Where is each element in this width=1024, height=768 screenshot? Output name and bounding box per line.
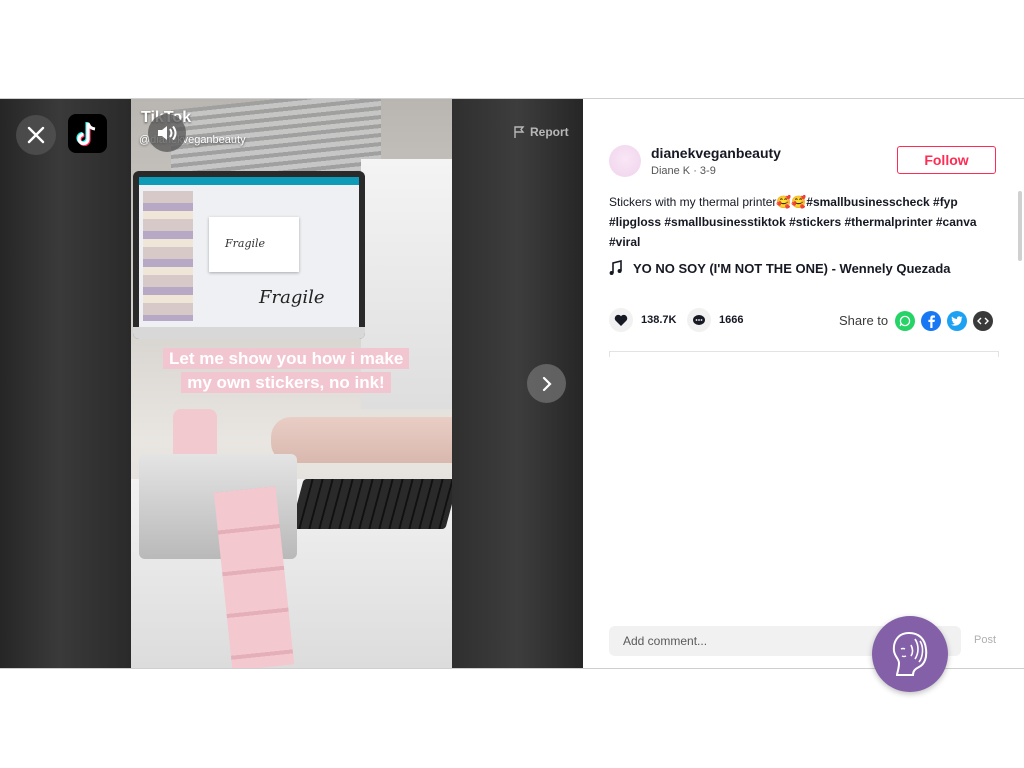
comment-icon-wrap xyxy=(687,308,711,332)
share-label: Share to xyxy=(839,313,889,328)
face-profile-icon xyxy=(892,631,928,676)
details-panel: dianekveganbeauty Diane K · 3-9 Follow S… xyxy=(583,99,1024,668)
divider-edge-left xyxy=(609,351,610,357)
comment-icon xyxy=(693,314,705,325)
screen-toolbar xyxy=(139,177,359,185)
hashtag-link[interactable]: #fyp xyxy=(933,195,958,209)
music-link[interactable]: YO NO SOY (I'M NOT THE ONE) - Wennely Qu… xyxy=(609,260,951,276)
comments-divider xyxy=(609,351,999,352)
arm xyxy=(271,417,452,463)
panel-scrollbar[interactable] xyxy=(1018,191,1022,261)
video-player[interactable]: Fragile Fragile Let me show you how i ma… xyxy=(0,99,583,668)
post-description: Stickers with my thermal printer🥰🥰#small… xyxy=(609,192,1004,252)
share-embed-button[interactable] xyxy=(973,311,993,331)
video-caption-text: Let me show you how i make my own sticke… xyxy=(163,348,410,393)
description-text: Stickers with my thermal printer🥰🥰 xyxy=(609,195,807,209)
video-frame[interactable]: Fragile Fragile Let me show you how i ma… xyxy=(131,99,452,668)
screen-card-text: Fragile xyxy=(225,237,266,250)
hashtag-link[interactable]: #smallbusinesscheck xyxy=(806,195,929,209)
share-twitter-button[interactable] xyxy=(947,311,967,331)
hashtag-link[interactable]: #smallbusinesstiktok xyxy=(664,215,785,229)
avatar[interactable] xyxy=(609,145,641,177)
screen-design-card: Fragile xyxy=(209,217,299,272)
computer-monitor: Fragile Fragile xyxy=(133,171,365,339)
chevron-right-icon xyxy=(542,376,552,391)
hashtag-link[interactable]: #lipgloss xyxy=(609,215,661,229)
like-count: 138.7K xyxy=(641,314,677,326)
author-username[interactable]: dianekveganbeauty xyxy=(651,145,781,161)
hashtag-link[interactable]: #viral xyxy=(609,235,640,249)
flag-icon xyxy=(514,126,525,138)
tiktok-video-modal: Fragile Fragile Let me show you how i ma… xyxy=(0,98,1024,669)
speaker-icon xyxy=(158,125,177,141)
heart-icon xyxy=(614,314,628,326)
monitor-chin xyxy=(133,327,365,339)
close-icon xyxy=(27,126,45,144)
follow-button[interactable]: Follow xyxy=(897,146,996,174)
tiktok-logo-button[interactable] xyxy=(68,114,107,153)
share-facebook-button[interactable] xyxy=(921,311,941,331)
heart-icon-wrap xyxy=(609,308,633,332)
post-date: 3-9 xyxy=(699,165,716,177)
share-whatsapp-button[interactable] xyxy=(895,311,915,331)
embed-icon xyxy=(977,317,989,325)
next-video-button[interactable] xyxy=(527,364,566,403)
report-button[interactable]: Report xyxy=(514,125,569,139)
author-display-name: Diane K xyxy=(651,165,691,177)
monitor-screen: Fragile Fragile xyxy=(139,177,359,327)
close-button[interactable] xyxy=(16,115,56,155)
whatsapp-icon xyxy=(899,315,911,327)
comment-count: 1666 xyxy=(719,314,744,326)
keyboard xyxy=(290,479,452,529)
facebook-icon xyxy=(928,314,935,328)
report-label: Report xyxy=(530,125,569,139)
floating-avatar-badge[interactable] xyxy=(872,616,948,692)
comment-button[interactable]: 1666 xyxy=(687,308,743,332)
divider-edge-right xyxy=(998,351,999,357)
video-blur-background-left xyxy=(0,99,131,668)
hashtag-link[interactable]: #canva xyxy=(936,215,977,229)
like-button[interactable]: 138.7K xyxy=(609,308,676,332)
screen-big-text: Fragile xyxy=(259,287,325,308)
screen-sidebar xyxy=(143,191,193,321)
video-caption: Let me show you how i make my own sticke… xyxy=(163,347,410,395)
hashtag-link[interactable]: #stickers xyxy=(789,215,841,229)
mute-button[interactable] xyxy=(148,114,186,152)
tiktok-logo-icon xyxy=(75,121,95,146)
author-meta: Diane K · 3-9 xyxy=(651,165,716,177)
music-note-icon xyxy=(609,260,622,275)
music-title: YO NO SOY (I'M NOT THE ONE) - Wennely Qu… xyxy=(633,260,951,276)
hashtag-link[interactable]: #thermalprinter xyxy=(844,215,932,229)
twitter-icon xyxy=(951,316,963,326)
post-comment-button[interactable]: Post xyxy=(974,634,996,646)
